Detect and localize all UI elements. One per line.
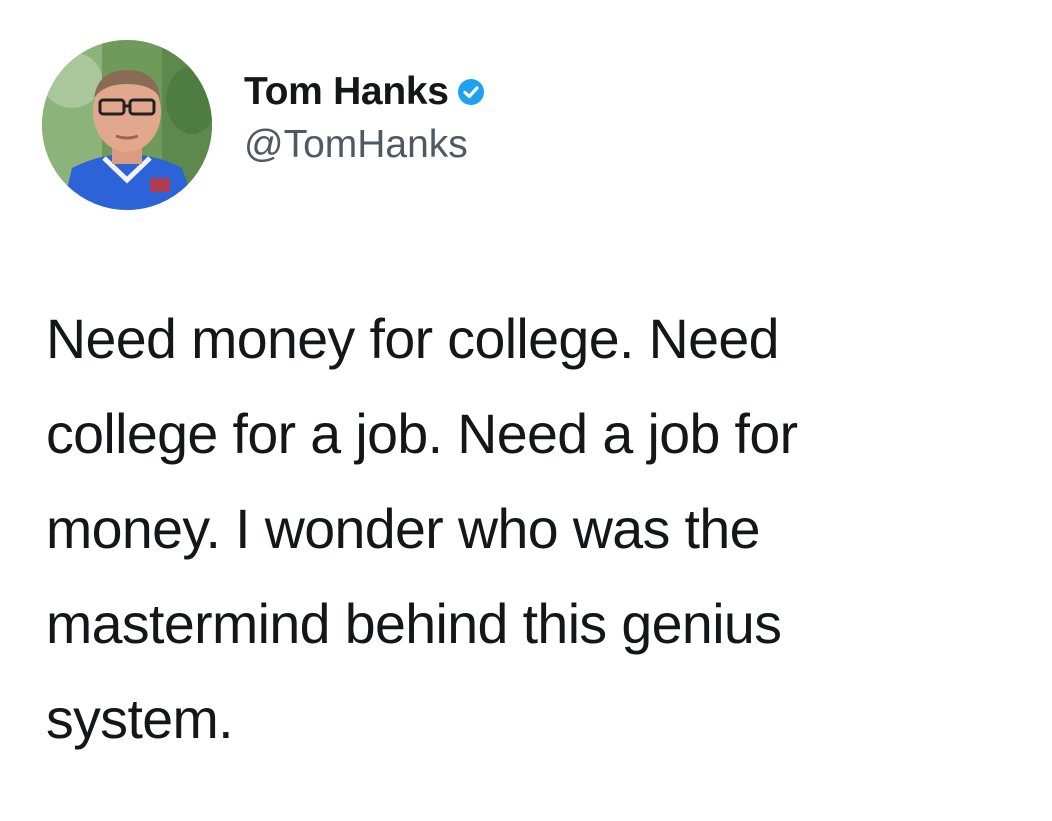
tweet-text-line: system. [46, 688, 234, 750]
tweet-text-line: Need money for college. Need [46, 308, 779, 370]
display-name-row: Tom Hanks [244, 69, 485, 115]
verified-badge-icon [457, 78, 485, 106]
tweet-text-line: college for a job. Need a job for [46, 403, 798, 465]
tweet-header: Tom Hanks @TomHanks [42, 40, 485, 210]
avatar[interactable] [42, 40, 212, 210]
tweet-text-line: money. I wonder who was the [46, 498, 761, 560]
display-name[interactable]: Tom Hanks [244, 70, 449, 114]
author-names: Tom Hanks @TomHanks [244, 69, 485, 167]
tweet-text-line: mastermind behind this genius [46, 593, 782, 655]
avatar-image [42, 40, 212, 210]
user-handle[interactable]: @TomHanks [244, 123, 485, 167]
tweet-card: Tom Hanks @TomHanks Need money for colle… [0, 0, 1052, 821]
tweet-text: Need money for college. Need college for… [46, 292, 1006, 767]
